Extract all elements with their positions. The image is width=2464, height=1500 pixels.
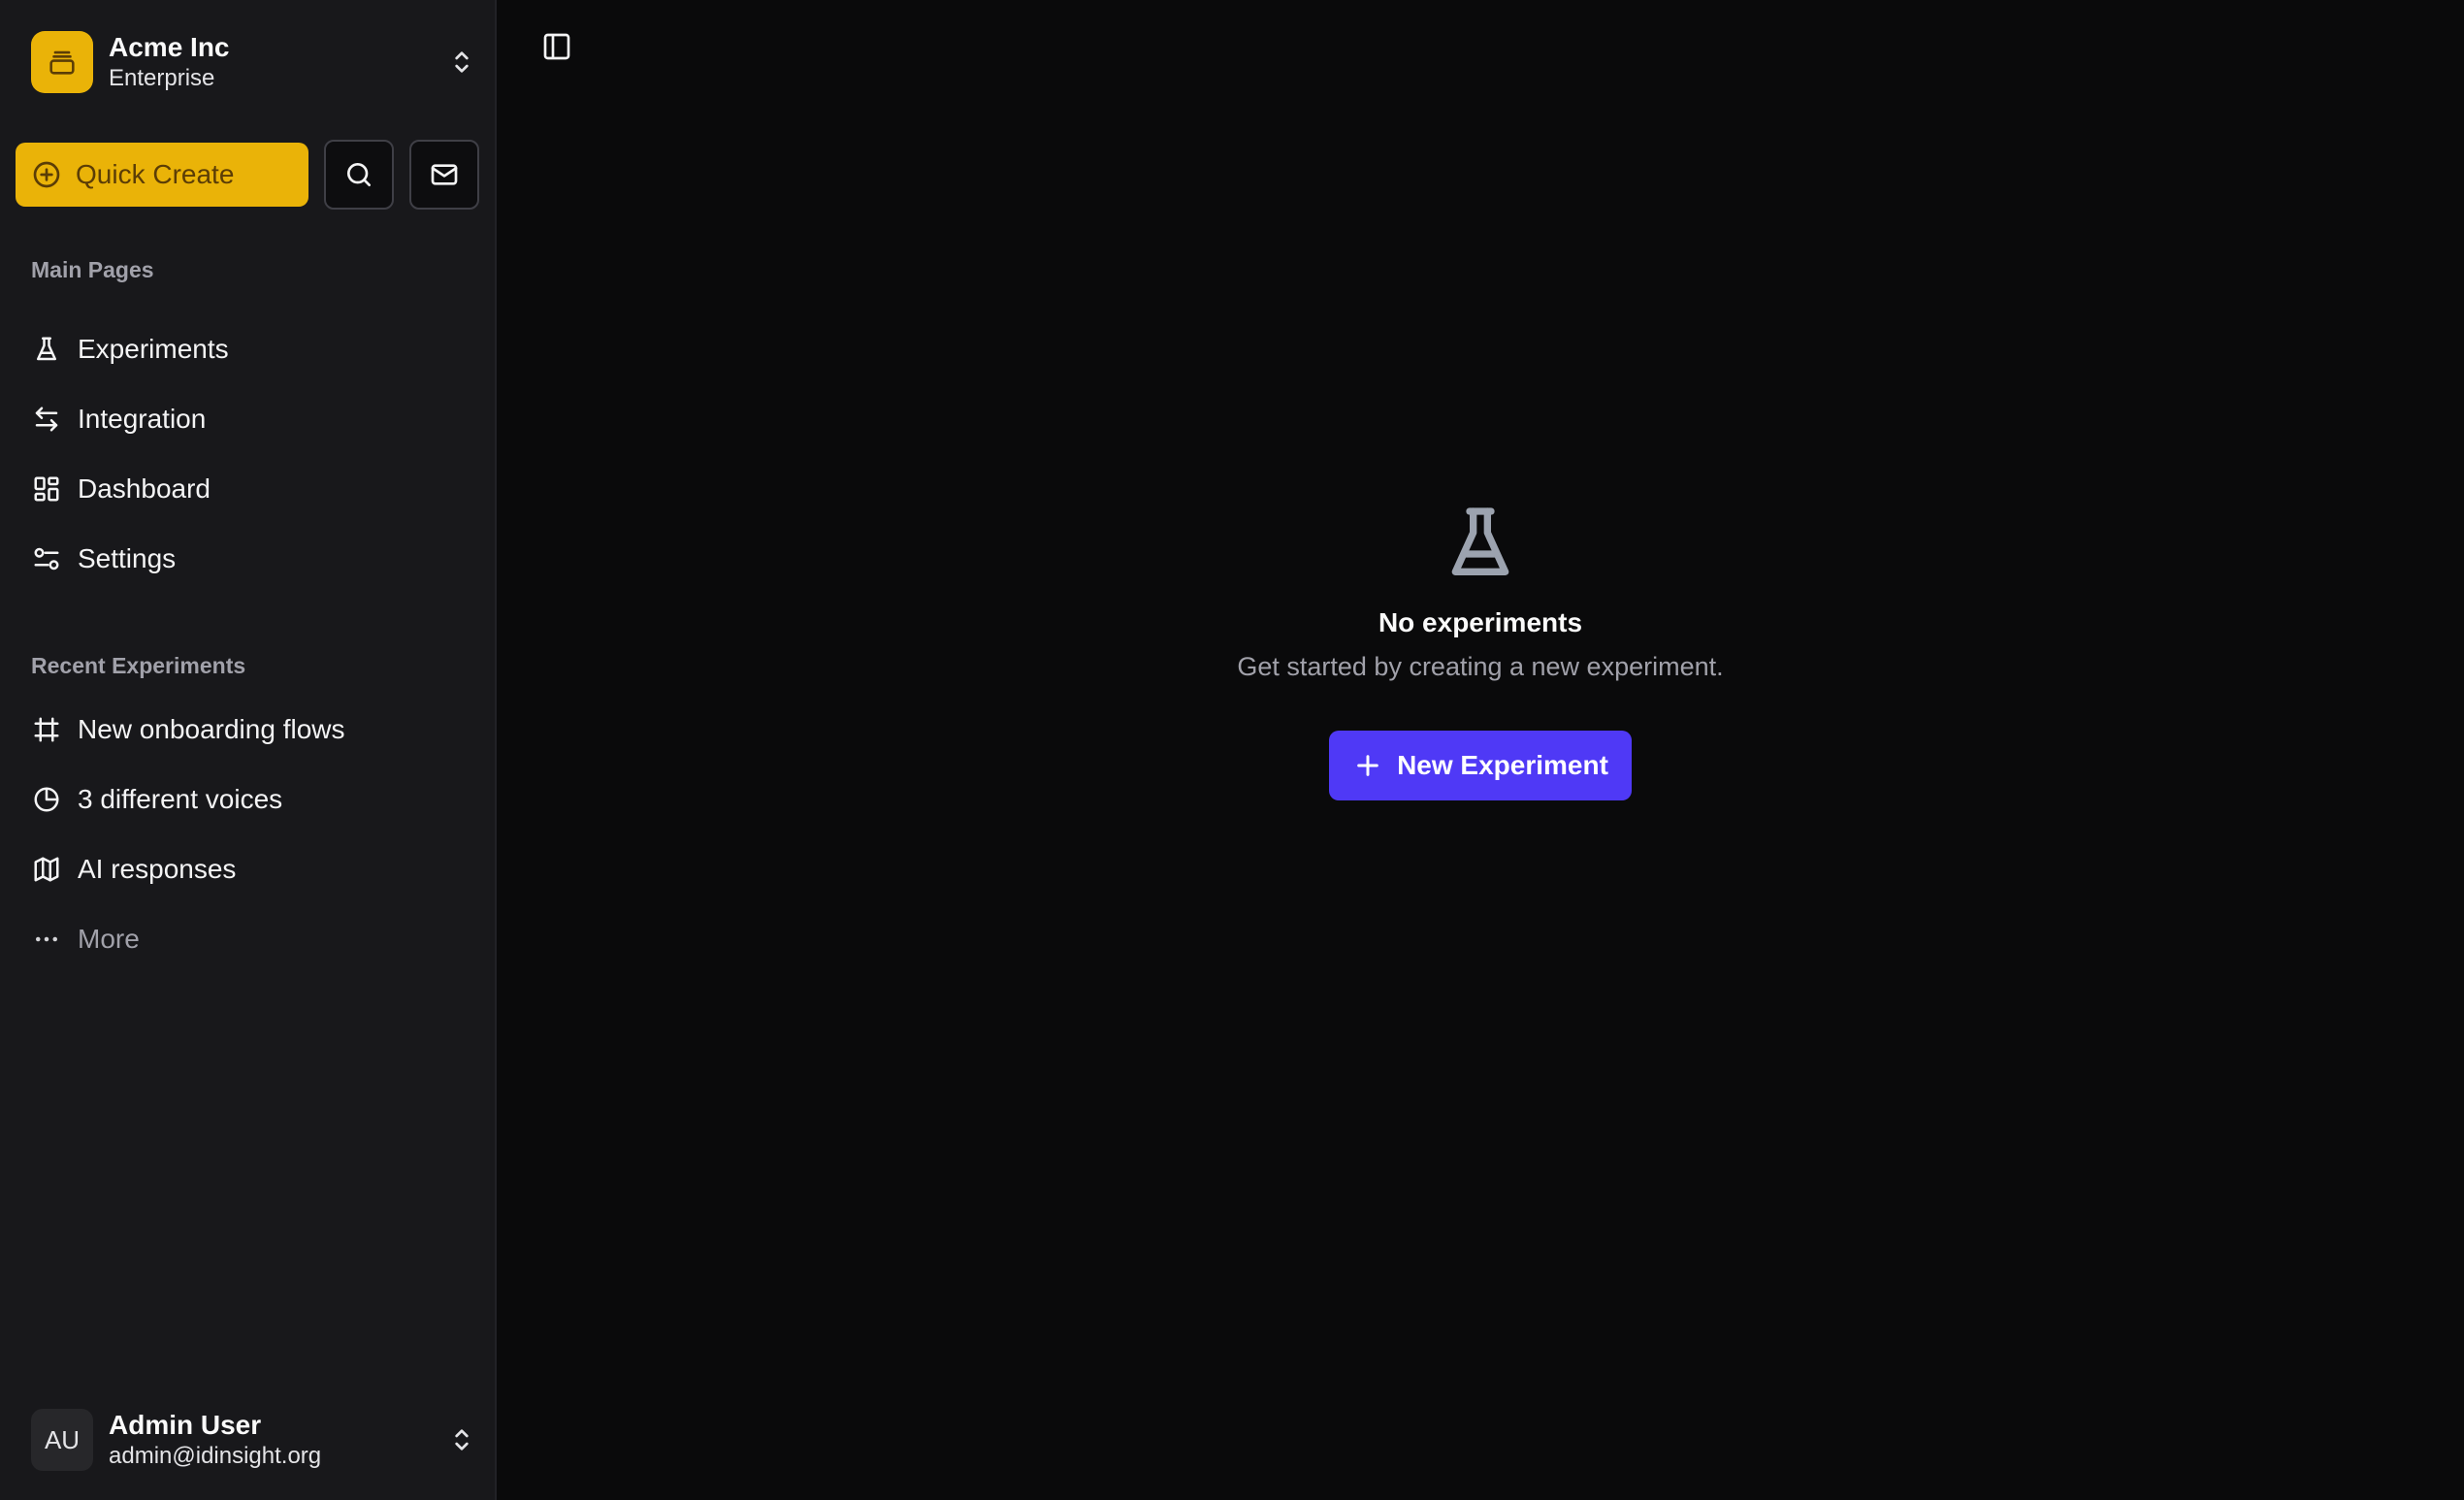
sidebar-actions: Quick Create (16, 140, 479, 210)
sidebar-item-dashboard[interactable]: Dashboard (31, 466, 458, 512)
user-menu[interactable]: AU Admin User admin@idinsight.org (31, 1409, 477, 1471)
flask-icon (1451, 507, 1509, 575)
panel-left-icon (543, 33, 570, 60)
org-text: Acme Inc Enterprise (109, 31, 230, 93)
recent-more-label: More (78, 924, 140, 954)
recent-item-label: 3 different voices (78, 784, 283, 814)
avatar: AU (31, 1409, 93, 1471)
empty-state-title: No experiments (1378, 607, 1583, 637)
empty-state-description: Get started by creating a new experiment… (1237, 652, 1724, 681)
recent-experiments-label: Recent Experiments (31, 653, 246, 678)
new-experiment-label: New Experiment (1397, 750, 1608, 780)
more-horizontal-icon (31, 924, 62, 955)
archive-icon (49, 50, 75, 75)
recent-item-label: New onboarding flows (78, 714, 345, 744)
dashboard-grid-icon (31, 473, 62, 505)
frame-icon (31, 714, 62, 745)
chevrons-up-down-icon (455, 51, 469, 73)
pie-chart-icon (31, 784, 62, 815)
sidebar-item-label: Settings (78, 543, 177, 573)
recent-item-onboarding[interactable]: New onboarding flows (31, 706, 458, 753)
empty-state: No experiments Get started by creating a… (497, 497, 2464, 800)
sidebar-item-integration[interactable]: Integration (31, 396, 458, 442)
user-text: Admin User admin@idinsight.org (109, 1409, 321, 1471)
main-pages-label: Main Pages (31, 257, 154, 282)
plus-icon (1357, 755, 1378, 776)
sidebar-item-label: Dashboard (78, 473, 211, 504)
arrows-left-right-icon (31, 404, 62, 435)
main-content: No experiments Get started by creating a… (497, 0, 2464, 1500)
app: Acme Inc Enterprise Quick Create Main Pa… (0, 0, 2464, 1500)
search-icon (347, 163, 371, 186)
sidebar-item-experiments[interactable]: Experiments (31, 326, 458, 373)
sidebar-item-label: Experiments (78, 334, 229, 364)
map-icon (31, 854, 62, 885)
quick-create-button[interactable]: Quick Create (16, 143, 308, 207)
search-button[interactable] (324, 140, 394, 210)
plus-circle-icon (33, 161, 60, 188)
sidebar-toggle-button[interactable] (537, 27, 576, 66)
recent-item-voices[interactable]: 3 different voices (31, 776, 458, 823)
user-name: Admin User (109, 1410, 262, 1440)
mail-icon (431, 164, 458, 185)
flask-icon (31, 334, 62, 365)
sidebar-item-settings[interactable]: Settings (31, 536, 458, 582)
new-experiment-button[interactable]: New Experiment (1329, 731, 1632, 800)
sliders-icon (31, 543, 62, 574)
sidebar-item-label: Integration (78, 404, 207, 434)
org-logo (31, 31, 93, 93)
sidebar: Acme Inc Enterprise Quick Create Main Pa… (0, 0, 497, 1500)
recent-more[interactable]: More (31, 916, 458, 962)
org-switcher[interactable]: Acme Inc Enterprise (31, 31, 477, 93)
org-plan: Enterprise (109, 65, 215, 91)
user-email: admin@idinsight.org (109, 1443, 322, 1469)
inbox-button[interactable] (409, 140, 479, 210)
recent-item-ai-responses[interactable]: AI responses (31, 846, 458, 893)
quick-create-label: Quick Create (76, 159, 235, 189)
chevrons-up-down-icon (455, 1429, 469, 1451)
recent-item-label: AI responses (78, 854, 237, 884)
org-name: Acme Inc (109, 32, 230, 62)
